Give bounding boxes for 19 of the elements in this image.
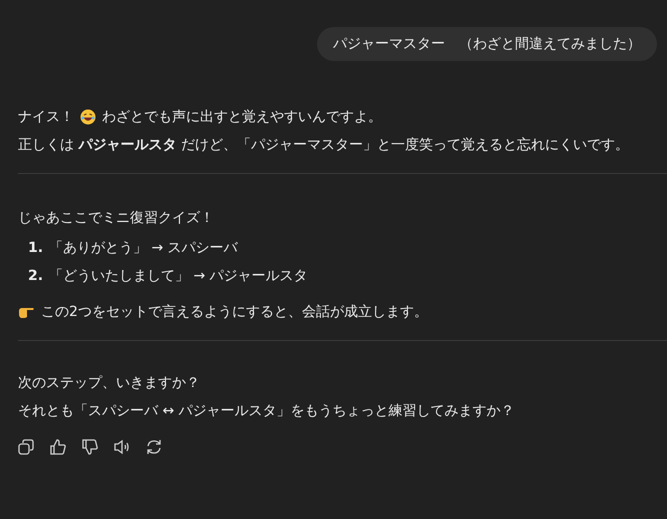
reply-text: 次のステップ、いきますか？ (18, 374, 200, 392)
quiz-title: じゃあここでミニ復習クイズ！ (18, 208, 215, 228)
tip-text: この2つをセットで言えるようにすると、会話が成立します。 (41, 302, 428, 322)
regenerate-button[interactable] (146, 439, 162, 455)
pointing-hand-icon (18, 305, 35, 319)
copy-button[interactable] (18, 439, 34, 455)
list-number: 1. (28, 238, 44, 258)
list-number: 2. (28, 266, 44, 286)
thumbs-up-button[interactable] (50, 439, 66, 455)
reply-text: ナイス！ (18, 108, 74, 126)
reply-text: わざとでも声に出すと覚えやすいんですよ。 (102, 108, 382, 126)
speaker-button[interactable] (114, 439, 130, 455)
reply-text: 正しくは パジャールスタ だけど、「パジャーマスター」と一度笑って覚えると忘れにくいです。 (18, 136, 629, 154)
reply-text: それとも「スパシーバ ↔ パジャールスタ」をもうちょっと練習してみますか？ (18, 402, 515, 420)
thumbs-down-button[interactable] (82, 439, 98, 455)
user-message-bubble: パジャーマスター （わざと間違えてみました） (317, 27, 657, 61)
list-item-text: 「どういたしまして」 → パジャールスタ (49, 266, 308, 286)
list-item-text: 「ありがとう」 → スパシーバ (49, 238, 238, 258)
laughing-emoji-icon (80, 109, 96, 125)
